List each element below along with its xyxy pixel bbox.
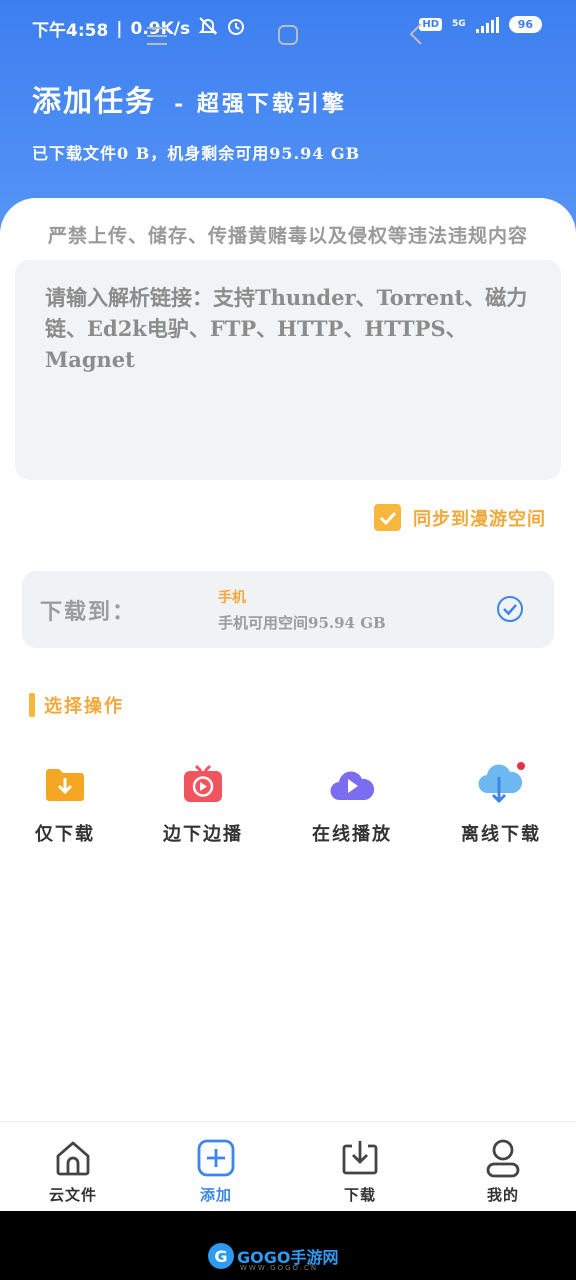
tab-profile[interactable]: 我的	[448, 1136, 558, 1205]
link-input[interactable]	[15, 260, 561, 480]
home-icon	[56, 1141, 90, 1176]
page-title: 添加任务 - 超强下载引擎	[32, 78, 347, 120]
tab-add[interactable]: 添加	[161, 1136, 271, 1205]
back-icon[interactable]	[408, 22, 424, 50]
signal-icon	[475, 16, 499, 33]
cloud-play-icon	[330, 771, 375, 801]
sync-toggle[interactable]: 同步到漫游空间	[374, 504, 546, 531]
add-icon	[197, 1139, 235, 1177]
action-online-play[interactable]: 在线播放	[287, 760, 417, 846]
section-title-text: 选择操作	[44, 696, 124, 717]
action-offline-download[interactable]: 离线下载	[436, 760, 566, 846]
cloud-download-icon	[478, 762, 525, 804]
status-separator: |	[116, 18, 123, 39]
watermark-url: WWW.GOGO.CN	[240, 1264, 319, 1272]
network-type: 5G	[452, 19, 466, 29]
section-title: 选择操作	[29, 692, 124, 718]
download-tray-icon	[342, 1141, 378, 1175]
tab-downloads[interactable]: 下载	[305, 1136, 415, 1205]
action-label: 仅下载	[35, 824, 95, 845]
check-icon	[379, 511, 396, 525]
destination-name: 手机	[218, 590, 246, 606]
page-title-main: 添加任务	[32, 84, 157, 118]
destination-space: 手机可用空间95.94 GB	[218, 614, 386, 632]
content-warning: 严禁上传、储存、传播黄赌毒以及侵权等违法违规内容	[47, 225, 528, 247]
action-label: 离线下载	[461, 824, 541, 845]
action-label: 边下边播	[163, 824, 243, 845]
tab-label: 添加	[199, 1186, 232, 1204]
battery-icon: 96	[508, 16, 542, 33]
bottom-tab-bar: 云文件 添加 下载 我的	[0, 1121, 576, 1211]
storage-info: 已下载文件0 B，机身剩余可用95.94 GB	[32, 144, 361, 163]
alarm-icon	[226, 16, 246, 41]
action-grid: 仅下载 边下边播 在线播放 离线下载	[0, 760, 576, 850]
status-time: 下午4:58	[32, 21, 109, 41]
watermark-logo: G	[208, 1243, 234, 1269]
destination-label: 下载到：	[40, 599, 137, 625]
page-subtitle: - 超强下载引擎	[174, 91, 347, 117]
sync-label: 同步到漫游空间	[413, 508, 546, 530]
section-accent-bar	[29, 693, 35, 717]
download-destination[interactable]: 下载到： 手机 手机可用空间95.94 GB	[22, 571, 554, 648]
sync-checkbox[interactable]	[374, 504, 401, 531]
user-icon	[486, 1139, 520, 1178]
menu-icon[interactable]	[146, 26, 168, 50]
tab-label: 云文件	[48, 1186, 97, 1204]
folder-download-icon	[46, 769, 84, 801]
home-square-icon[interactable]	[277, 24, 299, 50]
action-label: 在线播放	[312, 824, 392, 845]
tv-play-icon	[184, 764, 222, 802]
check-circle-icon	[496, 595, 524, 627]
tab-label: 下载	[343, 1186, 376, 1204]
tab-cloud-files[interactable]: 云文件	[18, 1136, 128, 1205]
action-stream-download[interactable]: 边下边播	[138, 760, 268, 846]
tab-label: 我的	[486, 1186, 519, 1204]
action-download-only[interactable]: 仅下载	[0, 760, 130, 846]
mute-icon	[198, 16, 218, 41]
